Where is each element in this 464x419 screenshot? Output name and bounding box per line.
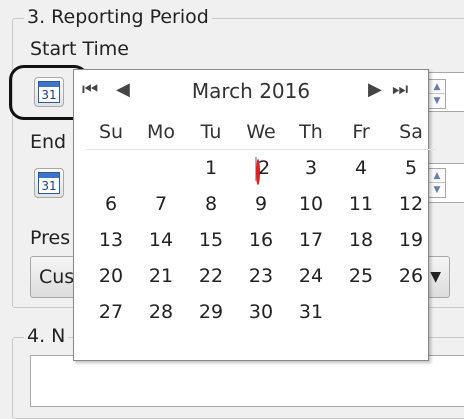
spin-up-icon[interactable]: ▲ (429, 80, 445, 94)
day-number: 2 (257, 157, 271, 179)
weekday-label: Mo (146, 121, 176, 143)
day-cell[interactable]: 20 (86, 258, 136, 294)
calendar-popup: ⏮ ◀ March 2016 ▶ ⏭ Su Mo Tu We Th Fr Sa … (73, 69, 436, 361)
weekday-label: Su (98, 121, 124, 143)
day-cell[interactable]: 24 (286, 258, 336, 294)
day-cell[interactable]: 22 (186, 258, 236, 294)
next-group-textarea[interactable] (30, 355, 464, 407)
weekday-label: Fr (352, 121, 370, 143)
next-group-legend: 4. N (24, 325, 69, 347)
preset-label: Pres (30, 227, 71, 249)
day-cell[interactable]: 10 (286, 186, 336, 222)
day-cell[interactable]: 27 (86, 294, 136, 330)
day-cell[interactable]: 14 (136, 222, 186, 258)
start-time-spinner[interactable]: ▲ ▼ (428, 79, 446, 109)
day-cell[interactable]: 19 (386, 222, 436, 258)
day-cell[interactable]: 12 (386, 186, 436, 222)
end-calendar-button[interactable]: 31 (34, 168, 64, 198)
spin-down-icon[interactable]: ▼ (429, 94, 445, 108)
preset-value: Cus (39, 266, 75, 288)
weekday-label: Tu (200, 121, 222, 143)
day-cell (86, 150, 136, 186)
day-cell[interactable]: 9 (236, 186, 286, 222)
day-cell[interactable]: 31 (286, 294, 336, 330)
day-cell[interactable]: 18 (336, 222, 386, 258)
next-month-button[interactable]: ▶ (368, 80, 382, 100)
day-cell[interactable]: 8 (186, 186, 236, 222)
week-row: 6 7 8 9 10 11 12 (86, 186, 436, 222)
end-time-label: End (30, 131, 67, 153)
day-cell[interactable]: 30 (236, 294, 286, 330)
day-cell[interactable]: 13 (86, 222, 136, 258)
day-cell[interactable]: 17 (286, 222, 336, 258)
day-cell (136, 150, 186, 186)
day-cell[interactable]: 21 (136, 258, 186, 294)
calendar-icon-number: 31 (41, 88, 57, 102)
day-cell[interactable]: 28 (136, 294, 186, 330)
week-row: 13 14 15 16 17 18 19 (86, 222, 436, 258)
day-cell-today[interactable]: 2 (236, 150, 286, 186)
calendar-grid: Su Mo Tu We Th Fr Sa 1 2 3 4 5 6 7 8 9 1… (86, 115, 436, 330)
weekday-header: Su Mo Tu We Th Fr Sa (86, 115, 436, 150)
day-cell[interactable]: 1 (186, 150, 236, 186)
day-cell[interactable]: 25 (336, 258, 386, 294)
day-cell[interactable]: 26 (386, 258, 436, 294)
day-cell[interactable]: 3 (286, 150, 336, 186)
start-calendar-button[interactable]: 31 (34, 77, 64, 107)
day-cell[interactable]: 5 (386, 150, 436, 186)
day-cell[interactable]: 6 (86, 186, 136, 222)
week-row: 27 28 29 30 31 (86, 294, 436, 330)
day-cell[interactable]: 7 (136, 186, 186, 222)
day-cell (386, 294, 436, 330)
start-time-label: Start Time (30, 38, 129, 60)
day-cell (336, 294, 386, 330)
day-cell[interactable]: 11 (336, 186, 386, 222)
day-cell[interactable]: 23 (236, 258, 286, 294)
day-cell[interactable]: 29 (186, 294, 236, 330)
next-year-button[interactable]: ⏭ (392, 80, 408, 100)
week-row: 1 2 3 4 5 (86, 150, 436, 186)
reporting-period-legend: 3. Reporting Period (24, 6, 212, 28)
day-cell[interactable]: 16 (236, 222, 286, 258)
day-cell[interactable]: 4 (336, 150, 386, 186)
calendar-icon: 31 (38, 172, 60, 194)
day-cell[interactable]: 15 (186, 222, 236, 258)
calendar-icon: 31 (38, 81, 60, 103)
weekday-label: We (246, 121, 276, 143)
weekday-label: Th (299, 121, 323, 143)
weekday-label: Sa (399, 121, 423, 143)
week-row: 20 21 22 23 24 25 26 (86, 258, 436, 294)
calendar-icon-number: 31 (41, 179, 57, 193)
